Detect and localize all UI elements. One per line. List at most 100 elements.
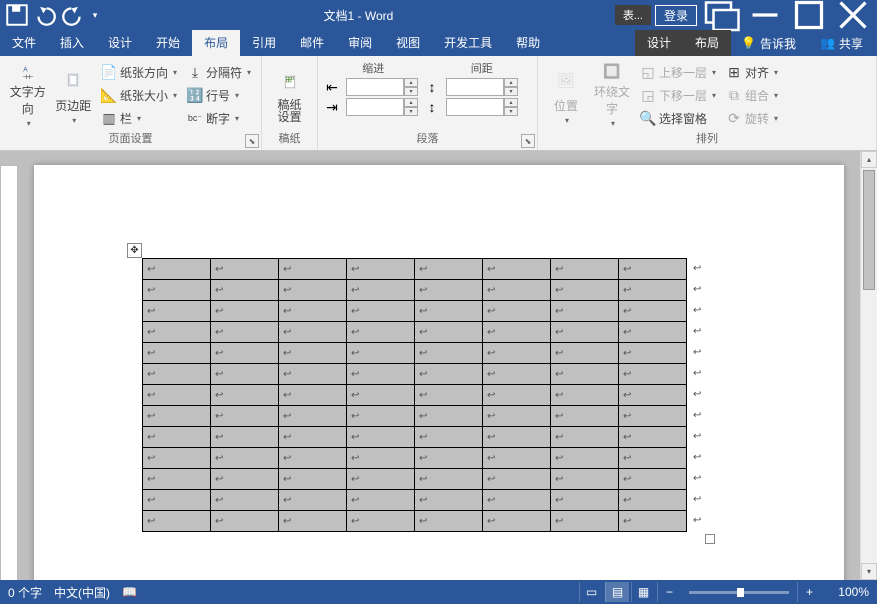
vertical-scrollbar[interactable]: ▴ ▾	[860, 151, 877, 580]
table-cell[interactable]: ↩	[279, 490, 347, 511]
pagesetup-launcher[interactable]: ⬊	[245, 134, 259, 148]
tab-table-layout[interactable]: 布局	[683, 30, 731, 56]
table-cell[interactable]: ↩	[211, 364, 279, 385]
table-cell[interactable]: ↩	[347, 364, 415, 385]
table-cell[interactable]: ↩	[143, 259, 211, 280]
maximize-button[interactable]	[789, 0, 829, 30]
minimize-button[interactable]	[745, 0, 785, 30]
table-cell[interactable]: ↩	[483, 301, 551, 322]
table-cell[interactable]: ↩	[347, 322, 415, 343]
table-cell[interactable]: ↩	[279, 406, 347, 427]
table-cell[interactable]: ↩	[483, 259, 551, 280]
table-cell[interactable]: ↩	[483, 322, 551, 343]
table-cell[interactable]: ↩	[143, 301, 211, 322]
table-move-handle[interactable]: ✥	[127, 243, 142, 258]
table-cell[interactable]: ↩	[619, 469, 687, 490]
margins-button[interactable]: 页边距▾	[51, 60, 94, 130]
table-cell[interactable]: ↩	[551, 406, 619, 427]
table-cell[interactable]: ↩	[143, 448, 211, 469]
table-cell[interactable]: ↩	[211, 427, 279, 448]
qat-customize[interactable]: ▾	[88, 3, 102, 27]
table-cell[interactable]: ↩	[483, 448, 551, 469]
table-cell[interactable]: ↩	[279, 301, 347, 322]
indent-right-input[interactable]: ▴▾	[346, 98, 418, 116]
zoom-out-button[interactable]: −	[657, 582, 681, 602]
table-cell[interactable]: ↩	[551, 511, 619, 532]
table-cell[interactable]: ↩	[551, 385, 619, 406]
table-cell[interactable]: ↩	[415, 385, 483, 406]
tab-developer[interactable]: 开发工具	[432, 30, 504, 56]
table-cell[interactable]: ↩	[551, 469, 619, 490]
scroll-thumb[interactable]	[863, 170, 875, 290]
table-cell[interactable]: ↩	[551, 322, 619, 343]
table-cell[interactable]: ↩	[279, 343, 347, 364]
tab-review[interactable]: 审阅	[336, 30, 384, 56]
close-button[interactable]	[833, 0, 873, 30]
proofing-icon[interactable]: 📖	[122, 585, 137, 599]
table-cell[interactable]: ↩	[143, 322, 211, 343]
table-cell[interactable]: ↩	[551, 364, 619, 385]
table-cell[interactable]: ↩	[551, 343, 619, 364]
table-cell[interactable]: ↩	[551, 301, 619, 322]
table-cell[interactable]: ↩	[211, 322, 279, 343]
table-cell[interactable]: ↩	[619, 490, 687, 511]
table-cell[interactable]: ↩	[143, 385, 211, 406]
tab-file[interactable]: 文件	[0, 30, 48, 56]
table-cell[interactable]: ↩	[347, 259, 415, 280]
table-cell[interactable]: ↩	[347, 343, 415, 364]
table-cell[interactable]: ↩	[483, 343, 551, 364]
table-cell[interactable]: ↩	[279, 322, 347, 343]
table-cell[interactable]: ↩	[347, 280, 415, 301]
table-cell[interactable]: ↩	[415, 343, 483, 364]
table-cell[interactable]: ↩	[211, 406, 279, 427]
table-cell[interactable]: ↩	[483, 427, 551, 448]
vertical-ruler[interactable]	[0, 165, 18, 580]
view-read-button[interactable]: ▭	[579, 582, 603, 602]
table-cell[interactable]: ↩	[347, 301, 415, 322]
zoom-level[interactable]: 100%	[823, 585, 869, 599]
table-cell[interactable]: ↩	[211, 469, 279, 490]
table-cell[interactable]: ↩	[143, 343, 211, 364]
table-cell[interactable]: ↩	[619, 343, 687, 364]
table-cell[interactable]: ↩	[415, 259, 483, 280]
table-cell[interactable]: ↩	[347, 490, 415, 511]
align-button[interactable]: ⊞对齐▾	[722, 61, 782, 83]
table-cell[interactable]: ↩	[143, 469, 211, 490]
manuscript-button[interactable]: 稿纸 设置	[268, 60, 311, 130]
rotate-button[interactable]: ⟳旋转▾	[722, 107, 782, 129]
table-cell[interactable]: ↩	[415, 469, 483, 490]
tab-table-design[interactable]: 设计	[635, 30, 683, 56]
table-cell[interactable]: ↩	[347, 448, 415, 469]
table-cell[interactable]: ↩	[279, 385, 347, 406]
line-numbers-button[interactable]: 🔢行号▾	[183, 84, 255, 106]
table-cell[interactable]: ↩	[415, 427, 483, 448]
selection-pane-button[interactable]: 🔍选择窗格	[636, 107, 720, 129]
space-after-input[interactable]: ▴▾	[446, 98, 518, 116]
table[interactable]: ↩↩↩↩↩↩↩↩↩↩↩↩↩↩↩↩↩↩↩↩↩↩↩↩↩↩↩↩↩↩↩↩↩↩↩↩↩↩↩↩…	[142, 258, 687, 532]
table-cell[interactable]: ↩	[619, 385, 687, 406]
table-cell[interactable]: ↩	[279, 259, 347, 280]
table-cell[interactable]: ↩	[347, 385, 415, 406]
tab-view[interactable]: 视图	[384, 30, 432, 56]
table-cell[interactable]: ↩	[551, 490, 619, 511]
table-cell[interactable]: ↩	[619, 427, 687, 448]
share-button[interactable]: 👥共享	[806, 30, 877, 56]
table-cell[interactable]: ↩	[143, 427, 211, 448]
size-button[interactable]: 📐纸张大小▾	[97, 84, 181, 106]
space-before-input[interactable]: ▴▾	[446, 78, 518, 96]
table-cell[interactable]: ↩	[279, 364, 347, 385]
zoom-in-button[interactable]: +	[797, 582, 821, 602]
table-cell[interactable]: ↩	[619, 406, 687, 427]
table-cell[interactable]: ↩	[211, 490, 279, 511]
scroll-down-button[interactable]: ▾	[861, 563, 877, 580]
wrap-text-button[interactable]: 🔲环绕文字▾	[590, 60, 634, 130]
table-cell[interactable]: ↩	[347, 511, 415, 532]
tab-insert[interactable]: 插入	[48, 30, 96, 56]
tab-references[interactable]: 引用	[240, 30, 288, 56]
table-cell[interactable]: ↩	[619, 511, 687, 532]
undo-button[interactable]	[32, 3, 58, 27]
table-resize-handle[interactable]	[705, 534, 715, 544]
table-cell[interactable]: ↩	[483, 469, 551, 490]
table-cell[interactable]: ↩	[551, 259, 619, 280]
ribbon-mode-icon[interactable]	[701, 0, 741, 30]
